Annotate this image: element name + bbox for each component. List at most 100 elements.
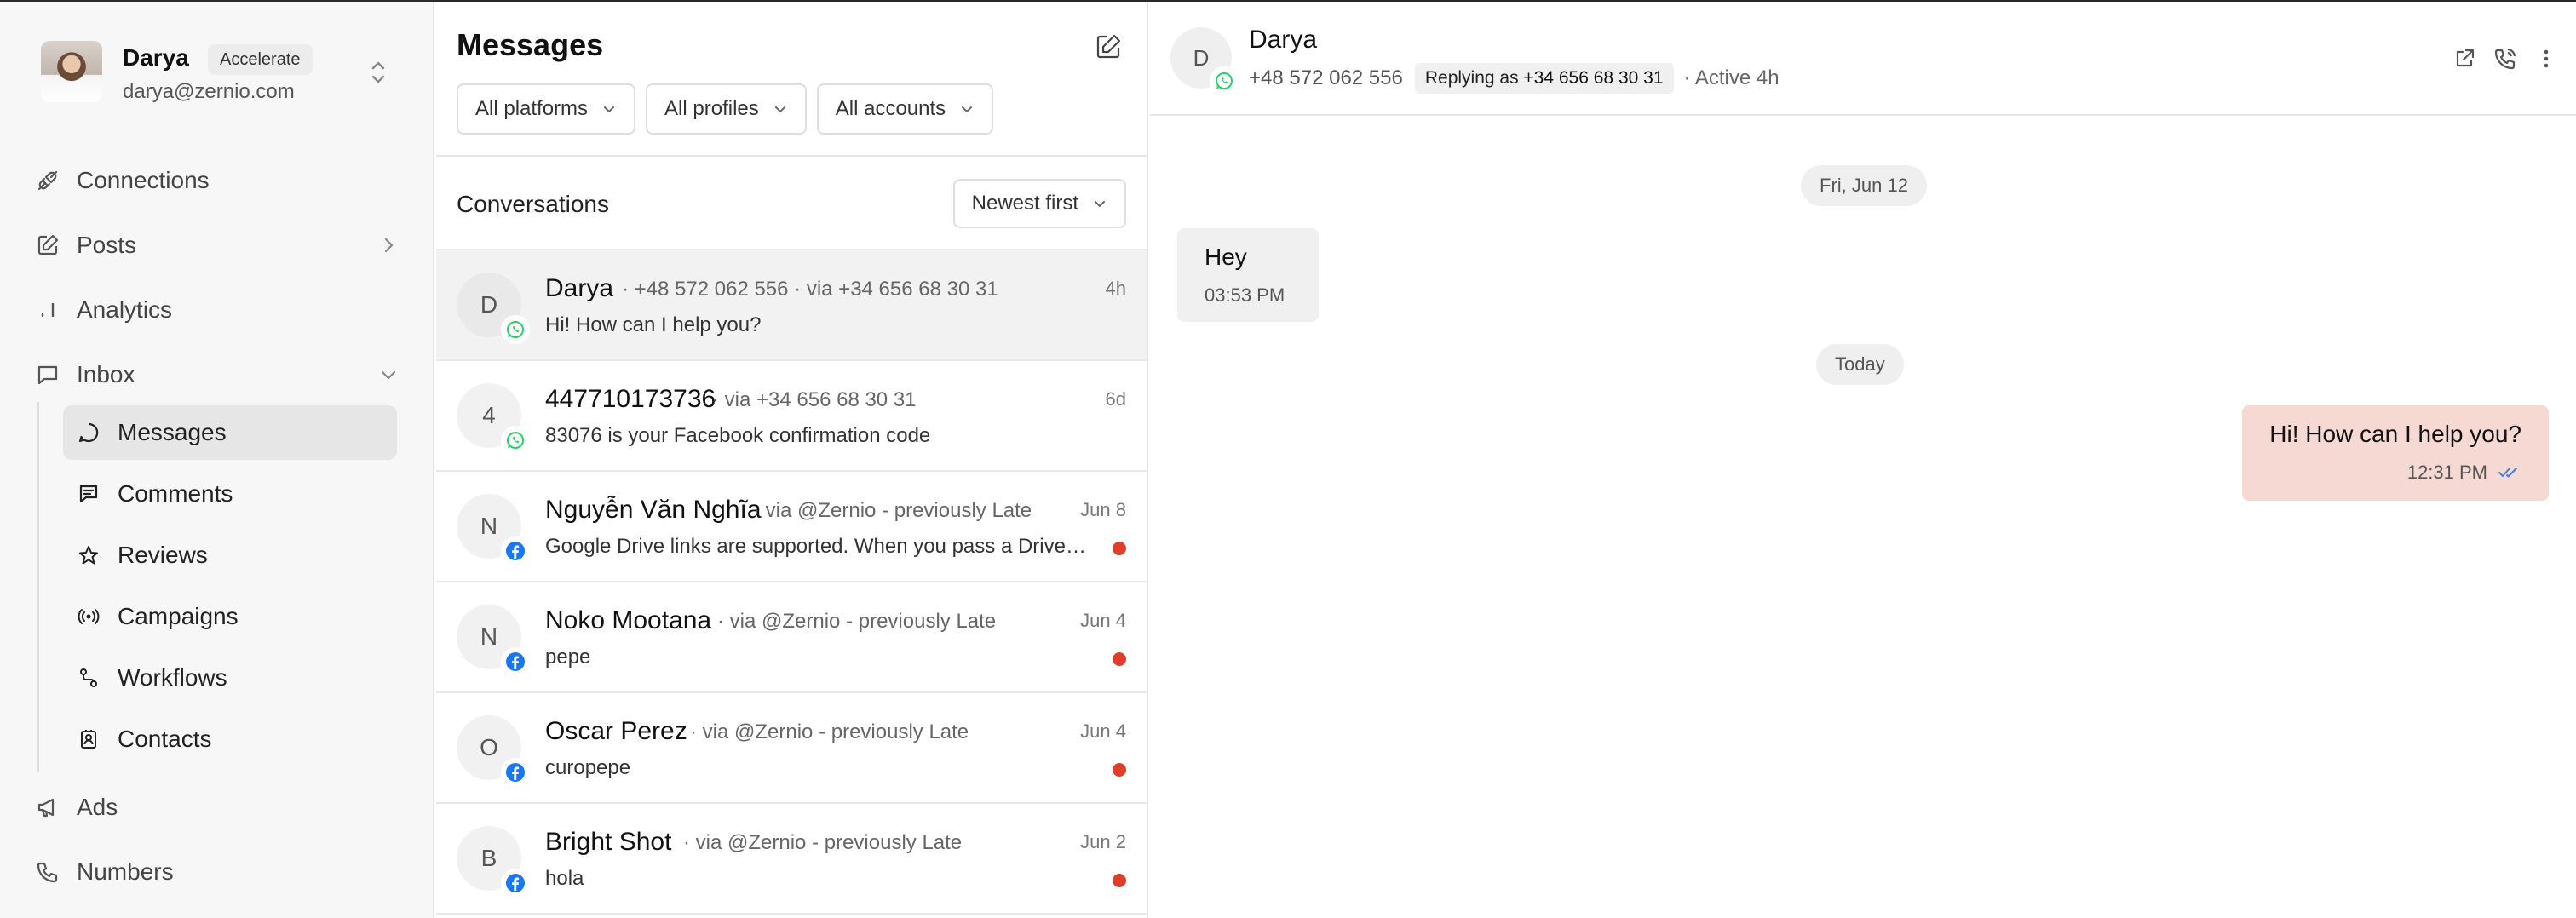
- date-separator: Fri, Jun 12: [1801, 165, 1927, 206]
- sidebar-item-messages[interactable]: Messages: [63, 405, 397, 460]
- conversation-meta: · via @Zernio - previously Late: [753, 499, 1032, 522]
- messages-panel: Messages All platforms All profiles All …: [436, 2, 1148, 918]
- sidebar: Darya Accelerate darya@zernio.com Connec…: [0, 2, 434, 918]
- unread-indicator: [1113, 763, 1126, 777]
- conversation-list: D Darya · +48 572 062 556 · via +34 656 …: [436, 250, 1147, 915]
- conversation-row[interactable]: B Bright Shot · via @Zernio - previously…: [436, 804, 1147, 915]
- filter-bar: All platforms All profiles All accounts: [457, 83, 994, 135]
- workflow-icon: [77, 666, 101, 690]
- conversation-meta: · +48 572 062 556 · via +34 656 68 30 31: [622, 278, 998, 301]
- timestamp: 4h: [1105, 278, 1126, 299]
- message-text: Hi! How can I help you?: [2269, 421, 2521, 447]
- sidebar-item-reviews[interactable]: Reviews: [63, 528, 397, 582]
- message-time: 03:53 PM: [1205, 284, 1285, 306]
- chevron-down-icon: [381, 370, 396, 380]
- timestamp: Jun 4: [1080, 610, 1126, 631]
- megaphone-icon: [34, 794, 61, 821]
- replying-as-badge[interactable]: Replying as +34 656 68 30 31: [1414, 63, 1674, 94]
- whatsapp-icon: [1211, 68, 1237, 94]
- timestamp: Jun 8: [1080, 499, 1126, 520]
- conversation-row[interactable]: 4 447710173736 · via +34 656 68 30 31 6d…: [436, 361, 1147, 472]
- nav-item-analytics[interactable]: Analytics: [34, 286, 400, 334]
- nav-label: Ads: [77, 794, 118, 820]
- external-link-icon[interactable]: [2452, 46, 2477, 72]
- conversation-row[interactable]: D Darya · +48 572 062 556 · via +34 656 …: [436, 250, 1147, 361]
- more-vertical-icon[interactable]: [2533, 46, 2559, 72]
- sidebar-item-label: Workflows: [118, 664, 227, 691]
- sort-label: Newest first: [971, 192, 1078, 215]
- contact-card-icon: [77, 727, 101, 751]
- nav-item-connections[interactable]: Connections: [34, 157, 400, 204]
- phone-call-icon[interactable]: [2493, 46, 2518, 72]
- chevron-right-icon: [384, 238, 394, 253]
- unread-indicator: [1113, 542, 1126, 555]
- compose-icon[interactable]: [1094, 32, 1123, 61]
- sidebar-item-label: Campaigns: [118, 603, 239, 629]
- timestamp: Jun 2: [1080, 831, 1126, 852]
- filter-label: All accounts: [835, 97, 946, 120]
- conversation-row[interactable]: N Nguyễn Văn Nghĩa · via @Zernio - previ…: [436, 472, 1147, 582]
- chevron-down-icon: [774, 106, 785, 113]
- chat-subtitle: +48 572 062 556 Replying as +34 656 68 3…: [1249, 63, 1780, 94]
- nav-item-ads[interactable]: Ads: [34, 783, 400, 831]
- sidebar-item-campaigns[interactable]: Campaigns: [63, 589, 397, 644]
- contact-name: Oscar Perez: [545, 717, 687, 745]
- message-preview: pepe: [545, 645, 591, 668]
- nav-label: Posts: [77, 232, 137, 258]
- nav-item-numbers[interactable]: Numbers: [34, 848, 400, 896]
- conversation-meta: · via @Zernio - previously Late: [717, 610, 997, 633]
- conversation-meta: · via +34 656 68 30 31: [712, 388, 917, 411]
- message-preview: Google Drive links are supported. When y…: [545, 535, 1090, 558]
- comments-icon: [77, 482, 101, 506]
- chat-header: D Darya +48 572 062 556 Replying as +34 …: [1150, 2, 2576, 116]
- chat-contact-name: Darya: [1249, 26, 1318, 54]
- sidebar-item-label: Comments: [118, 480, 233, 507]
- contact-name: 447710173736: [545, 385, 716, 413]
- facebook-icon: [503, 870, 528, 896]
- active-status: · Active 4h: [1683, 66, 1780, 89]
- profile-email: darya@zernio.com: [123, 80, 295, 103]
- whatsapp-icon: [503, 317, 528, 342]
- page-title: Messages: [457, 27, 604, 62]
- double-check-icon: [2498, 468, 2517, 478]
- nav-label: Inbox: [77, 361, 135, 387]
- incoming-message: Hey 03:53 PM: [1177, 228, 1319, 322]
- conversation-row[interactable]: N Noko Mootana · via @Zernio - previousl…: [436, 582, 1147, 693]
- filter-label: All profiles: [664, 97, 759, 120]
- facebook-icon: [503, 760, 528, 785]
- conversation-meta: · via @Zernio - previously Late: [683, 831, 963, 854]
- message-text: Hey: [1205, 244, 1247, 270]
- contact-phone: +48 572 062 556: [1249, 66, 1403, 89]
- nav-item-posts[interactable]: Posts: [34, 221, 400, 269]
- profile-switcher[interactable]: Darya Accelerate darya@zernio.com: [41, 41, 399, 106]
- outgoing-message: Hi! How can I help you? 12:31 PM: [2242, 405, 2549, 501]
- nav-label: Connections: [77, 167, 210, 193]
- plug-icon: [34, 167, 61, 194]
- broadcast-icon: [77, 605, 101, 628]
- nav-item-inbox[interactable]: Inbox: [34, 351, 400, 399]
- edit-square-icon: [34, 232, 61, 259]
- filter-platforms-dropdown[interactable]: All platforms: [457, 83, 636, 135]
- contact-name: Darya: [545, 274, 614, 302]
- divider: [436, 155, 1147, 157]
- chevron-down-icon: [604, 106, 615, 113]
- avatar: [41, 41, 102, 102]
- nav-label: Analytics: [77, 296, 173, 323]
- filter-accounts-dropdown[interactable]: All accounts: [816, 83, 994, 135]
- phone-icon: [34, 858, 61, 886]
- contact-name: Nguyễn Văn Nghĩa: [545, 496, 762, 524]
- submenu-guide-line: [37, 402, 39, 772]
- filter-profiles-dropdown[interactable]: All profiles: [646, 83, 807, 135]
- facebook-icon: [503, 649, 528, 674]
- date-separator: Today: [1816, 344, 1904, 385]
- sidebar-item-contacts[interactable]: Contacts: [63, 712, 397, 766]
- replying-number: +34 656 68 30 31: [1523, 68, 1664, 88]
- message-preview: hola: [545, 867, 584, 890]
- replying-prefix: Replying as: [1424, 68, 1519, 88]
- sidebar-item-workflows[interactable]: Workflows: [63, 651, 397, 705]
- sidebar-item-comments[interactable]: Comments: [63, 467, 397, 521]
- sort-dropdown[interactable]: Newest first: [952, 179, 1126, 228]
- conversation-row[interactable]: O Oscar Perez · via @Zernio - previously…: [436, 693, 1147, 804]
- chat-actions: [2452, 46, 2559, 72]
- star-icon: [77, 543, 101, 567]
